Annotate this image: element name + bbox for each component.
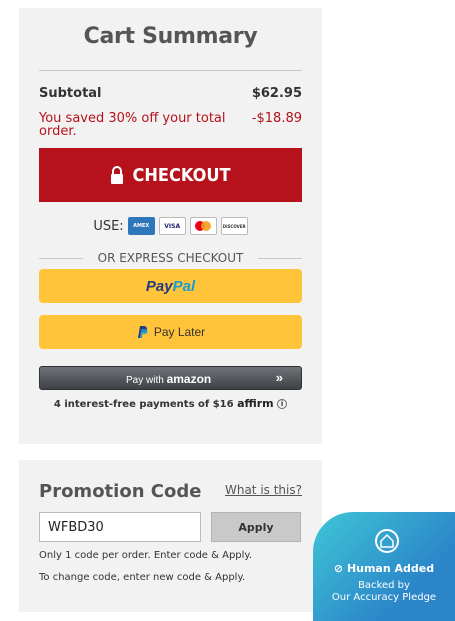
affirm-text: 4 interest-free payments of $16 (53, 399, 234, 410)
double-chevron-right-icon: » (275, 370, 283, 385)
savings-value: -$18.89 (251, 111, 302, 126)
affirm-message: 4 interest-free payments of $16 affirm i (19, 397, 322, 410)
promo-note-2: To change code, enter new code & Apply. (39, 572, 246, 583)
divider (39, 70, 302, 71)
human-added-badge[interactable]: ⊘ Human Added Backed by Our Accuracy Ple… (313, 512, 455, 621)
paypal-pay-later-button[interactable]: Pay Later (39, 315, 302, 349)
checkout-button[interactable]: CHECKOUT (39, 148, 302, 202)
promotion-code-panel: Promotion Code What is this? Apply Only … (19, 460, 322, 612)
mastercard-icon (189, 217, 217, 235)
home-icon (375, 529, 399, 553)
badge-line-3: Our Accuracy Pledge (331, 592, 437, 603)
affirm-logo: affirm (237, 397, 274, 410)
badge-line-2: Backed by (358, 580, 410, 591)
lock-icon (111, 166, 124, 184)
apply-button[interactable]: Apply (211, 512, 301, 542)
discover-card-icon: DISCOVER (220, 217, 248, 235)
badge-title-text: Human Added (346, 562, 435, 575)
badge-title: ⊘ Human Added (313, 562, 455, 575)
paypal-logo-part2: Pal (172, 277, 196, 295)
amex-card-icon: AMEX (127, 217, 155, 235)
accepted-cards: USE: AMEX VISA DISCOVER (19, 217, 322, 235)
use-label: USE: (93, 218, 124, 234)
cart-summary-title: Cart Summary (83, 24, 258, 49)
paypal-icon (137, 326, 148, 338)
paypal-button[interactable]: Pay Pal (39, 269, 302, 303)
pay-later-label: Pay Later (153, 325, 206, 339)
express-checkout-label: OR EXPRESS CHECKOUT (39, 251, 302, 265)
info-icon[interactable]: i (277, 399, 288, 409)
check-circle-icon: ⊘ (333, 562, 344, 575)
checkout-label: CHECKOUT (132, 164, 231, 186)
amazon-pay-button[interactable]: Pay with amazon » (39, 366, 302, 390)
visa-card-icon: VISA (158, 217, 186, 235)
promo-code-input[interactable] (39, 512, 201, 542)
what-is-this-link[interactable]: What is this? (225, 483, 302, 497)
cart-summary-panel: Cart Summary Subtotal $62.95 You saved 3… (19, 8, 322, 444)
promotion-code-title: Promotion Code (39, 481, 202, 502)
paypal-logo-part1: Pay (145, 277, 173, 295)
amazon-logo: amazon (166, 372, 212, 386)
amazon-prefix: Pay with (126, 375, 164, 386)
promo-note-1: Only 1 code per order. Enter code & Appl… (39, 550, 253, 561)
subtotal-value: $62.95 (251, 86, 302, 101)
amazon-pay-text: Pay with amazon (126, 372, 211, 386)
subtotal-label: Subtotal (39, 86, 102, 101)
badge-subtitle: Backed by Our Accuracy Pledge (313, 580, 455, 604)
savings-label: You saved 30% off your total order. (39, 111, 226, 139)
